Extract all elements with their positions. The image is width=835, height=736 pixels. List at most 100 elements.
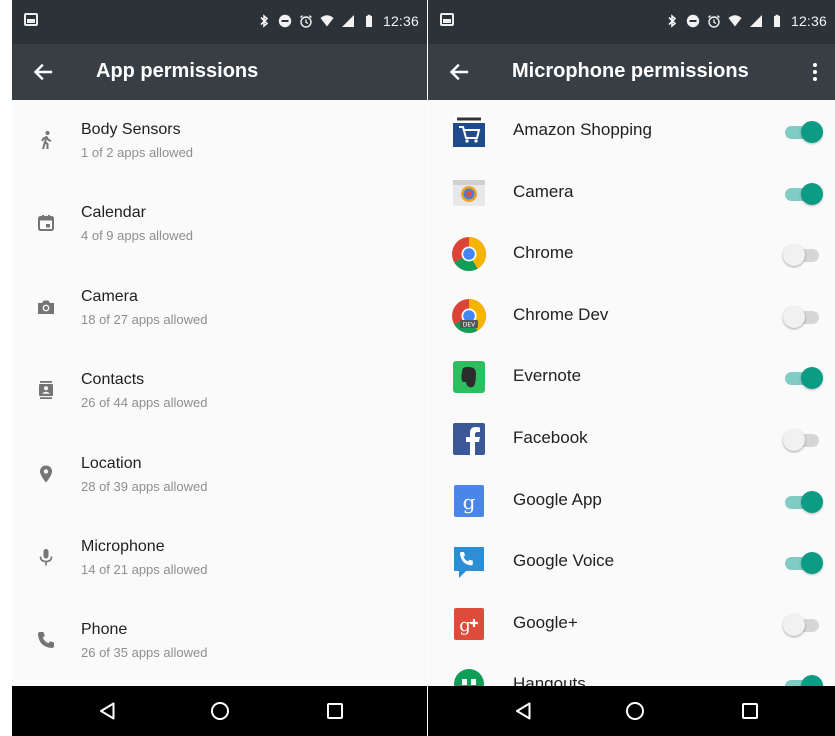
chrome-icon xyxy=(450,235,488,273)
nav-back-icon xyxy=(100,702,115,720)
toggle-switch[interactable] xyxy=(783,367,823,390)
toggle-switch[interactable] xyxy=(783,244,823,267)
page-title: App permissions xyxy=(96,60,259,82)
app-name: Camera xyxy=(513,181,574,201)
status-time: 12:36 xyxy=(790,13,827,29)
permission-label: Body Sensors xyxy=(81,121,181,138)
svg-text:g: g xyxy=(463,490,476,514)
alarm-icon xyxy=(707,14,721,28)
facebook-icon xyxy=(450,420,488,458)
body-sensors-icon xyxy=(34,128,58,152)
app-item-chrome[interactable]: Chrome xyxy=(428,223,835,285)
app-name: Evernote xyxy=(513,366,582,386)
app-bar: Microphone permissions xyxy=(428,44,835,100)
google-voice-icon xyxy=(450,543,488,581)
app-name: Amazon Shopping xyxy=(513,120,652,139)
wifi-icon xyxy=(320,14,334,28)
svg-text:g: g xyxy=(459,615,471,636)
alarm-icon xyxy=(299,14,313,28)
status-icons: 12:36 xyxy=(257,11,419,31)
status-bar: 12:36 xyxy=(428,0,835,44)
permission-item-camera[interactable]: Camera 18 of 27 apps allowed xyxy=(12,267,427,350)
do-not-disturb-icon xyxy=(278,14,292,28)
app-item-google-app[interactable]: g Google App xyxy=(428,470,835,532)
app-name: Google Voice xyxy=(513,551,615,571)
permission-item-location[interactable]: Location 28 of 39 apps allowed xyxy=(12,434,427,517)
app-item-google-voice[interactable]: Google Voice xyxy=(428,531,835,593)
chrome-dev-icon: DEV xyxy=(450,297,488,335)
app-name: Facebook xyxy=(513,427,588,447)
back-button[interactable] xyxy=(444,57,474,87)
navigation-bar xyxy=(12,686,427,736)
microphone-permissions-screen: 12:36 Microphone permissions Amazon Shop… xyxy=(428,0,835,736)
permission-summary: 26 of 44 apps allowed xyxy=(81,395,208,411)
permission-label: Location xyxy=(81,454,142,472)
permission-summary: 28 of 39 apps allowed xyxy=(81,478,208,494)
app-toggle-list: Amazon Shopping Camera Chrome DEV Chrome… xyxy=(428,100,835,716)
screenshot-notification-icon xyxy=(440,13,454,26)
permission-label: Microphone xyxy=(81,537,165,555)
toggle-switch[interactable] xyxy=(783,428,823,451)
permission-label: Camera xyxy=(81,287,138,305)
app-item-facebook[interactable]: Facebook xyxy=(428,408,835,470)
nav-home-icon xyxy=(211,702,229,720)
camera-app-icon xyxy=(450,174,488,212)
wifi-icon xyxy=(728,14,742,28)
app-item-chrome-dev[interactable]: DEV Chrome Dev xyxy=(428,285,835,347)
contacts-icon xyxy=(34,378,58,402)
app-item-amazon-shopping[interactable]: Amazon Shopping xyxy=(428,100,835,162)
permission-summary: 4 of 9 apps allowed xyxy=(81,228,194,244)
app-bar: App permissions xyxy=(12,44,427,100)
permission-item-calendar[interactable]: Calendar 4 of 9 apps allowed xyxy=(12,183,427,266)
arrow-back-icon xyxy=(449,63,469,81)
toggle-switch[interactable] xyxy=(783,490,823,513)
app-item-camera[interactable]: Camera xyxy=(428,162,835,224)
amazon-shopping-icon xyxy=(450,112,488,150)
permission-summary: 14 of 21 apps allowed xyxy=(81,561,208,577)
permission-summary: 1 of 2 apps allowed xyxy=(81,145,194,160)
permission-label: Calendar xyxy=(81,204,146,222)
toggle-switch[interactable] xyxy=(783,552,823,575)
permission-item-body-sensors[interactable]: Body Sensors 1 of 2 apps allowed xyxy=(12,100,427,183)
google-app-icon: g xyxy=(450,482,488,520)
permission-label: Contacts xyxy=(81,371,145,389)
permission-item-phone[interactable]: Phone 26 of 35 apps allowed xyxy=(12,600,427,683)
permission-item-contacts[interactable]: Contacts 26 of 44 apps allowed xyxy=(12,350,427,433)
bluetooth-icon xyxy=(257,14,271,28)
more-options-button[interactable] xyxy=(805,58,825,86)
evernote-icon xyxy=(450,358,488,396)
permission-summary: 18 of 27 apps allowed xyxy=(81,311,208,327)
battery-icon xyxy=(362,14,376,28)
svg-text:DEV: DEV xyxy=(463,321,476,328)
arrow-back-icon xyxy=(33,63,53,81)
permission-label: Phone xyxy=(81,621,128,639)
nav-recents-button[interactable] xyxy=(323,699,347,723)
camera-icon xyxy=(34,295,58,319)
app-item-google-plus[interactable]: g Google+ xyxy=(428,593,835,655)
nav-home-icon xyxy=(626,702,644,720)
nav-back-button[interactable] xyxy=(512,699,536,723)
permission-item-microphone[interactable]: Microphone 14 of 21 apps allowed xyxy=(12,517,427,600)
status-icons: 12:36 xyxy=(665,11,827,31)
app-name: Chrome Dev xyxy=(513,304,609,324)
more-vert-icon xyxy=(813,63,817,67)
bluetooth-icon xyxy=(665,14,679,28)
location-icon xyxy=(34,462,58,486)
navigation-bar xyxy=(428,686,835,736)
back-button[interactable] xyxy=(28,57,58,87)
nav-recents-button[interactable] xyxy=(738,699,762,723)
app-item-evernote[interactable]: Evernote xyxy=(428,346,835,408)
nav-back-button[interactable] xyxy=(96,699,120,723)
toggle-switch[interactable] xyxy=(783,182,823,205)
phone-icon xyxy=(34,628,58,652)
toggle-switch[interactable] xyxy=(783,121,823,143)
toggle-switch[interactable] xyxy=(783,613,823,636)
app-name: Google App xyxy=(513,489,602,509)
nav-home-button[interactable] xyxy=(623,699,647,723)
toggle-switch[interactable] xyxy=(783,305,823,328)
app-name: Chrome xyxy=(513,243,574,263)
microphone-icon xyxy=(34,545,58,569)
page-title: Microphone permissions xyxy=(512,60,749,82)
nav-home-button[interactable] xyxy=(208,699,232,723)
status-bar: 12:36 xyxy=(12,0,427,44)
